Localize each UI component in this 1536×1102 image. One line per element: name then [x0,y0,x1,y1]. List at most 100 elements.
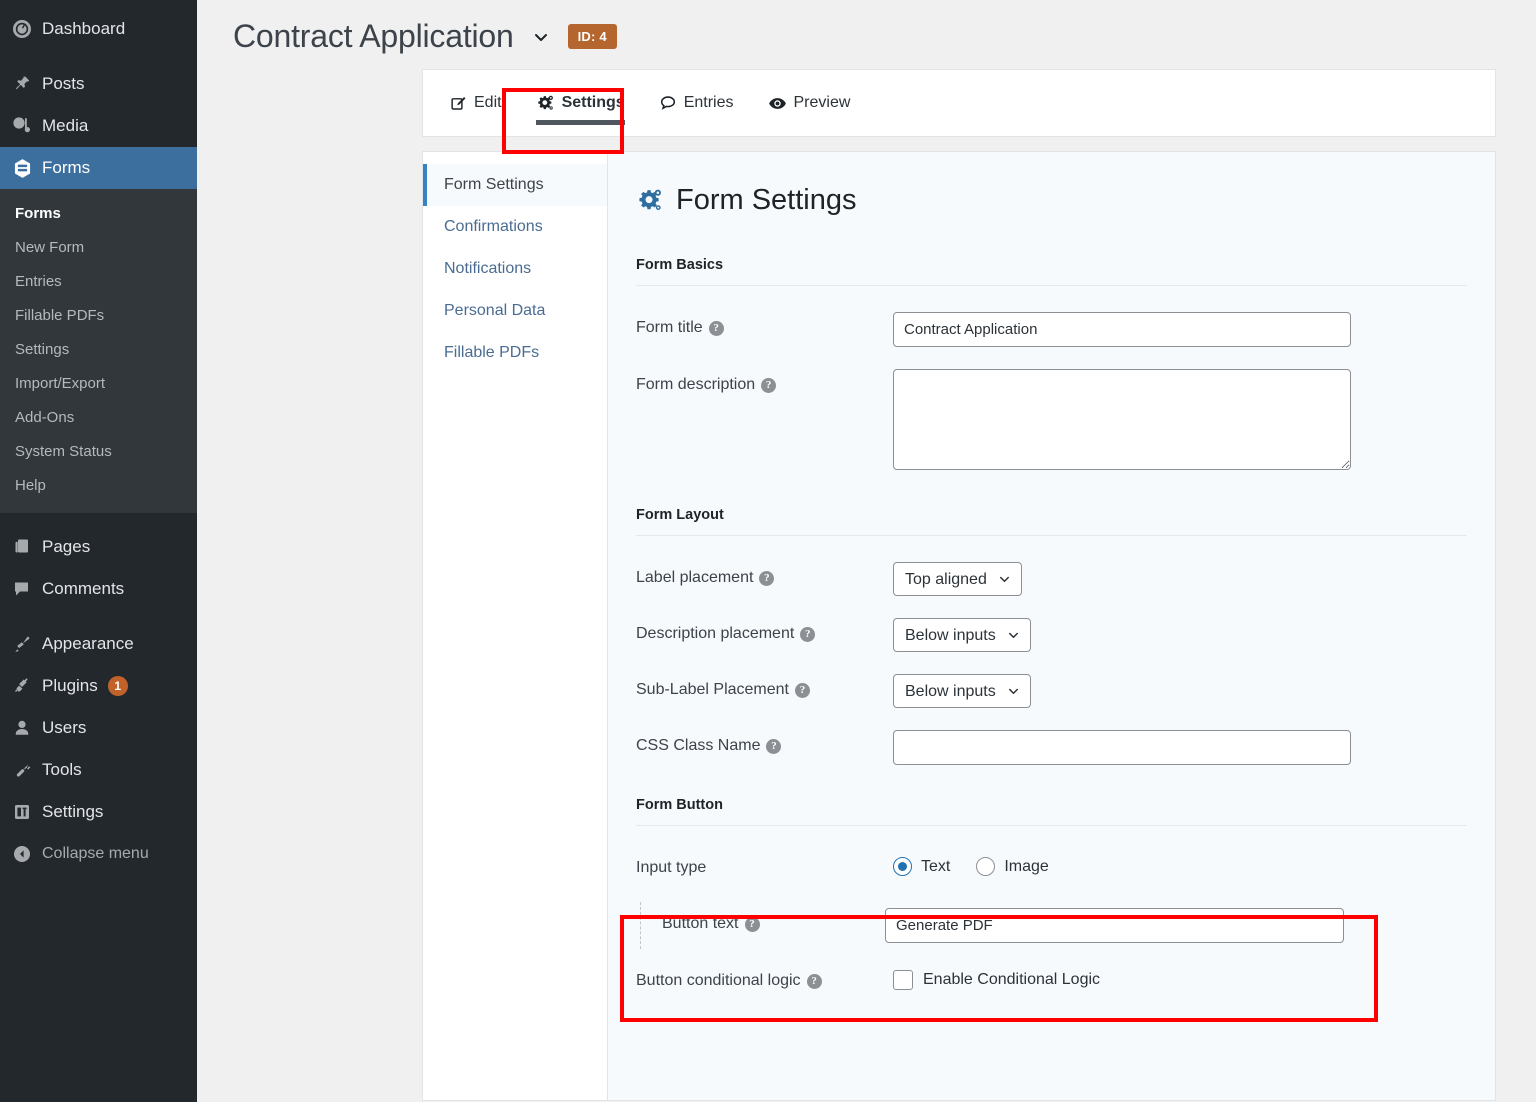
checkbox-box-icon [893,970,913,990]
sidebar-item-users[interactable]: Users [0,707,197,749]
admin-app: Dashboard Posts Media Forms Forms New Fo… [0,0,1536,1102]
submenu-item-settings[interactable]: Settings [0,333,197,367]
submenu-item-entries[interactable]: Entries [0,265,197,299]
label-text: Sub-Label Placement [636,681,789,698]
sidebar-item-comments[interactable]: Comments [0,568,197,610]
page-title: Contract Application [233,18,514,54]
sidebar-label: Appearance [42,634,134,653]
sidebar-item-tools[interactable]: Tools [0,749,197,791]
label-text: Button text [662,915,739,932]
field-control: Enable Conditional Logic [881,965,1467,990]
collapse-icon [12,844,42,864]
help-icon[interactable]: ? [766,738,782,754]
eye-icon [768,94,787,113]
field-sub-label-placement: Sub-Label Placement ? Below inputs [636,674,1467,708]
sidebar-label: Media [42,116,89,135]
sidebar-item-media[interactable]: Media [0,105,197,147]
tab-preview[interactable]: Preview [766,70,853,136]
sidebar-item-settings[interactable]: Settings [0,791,197,833]
subnav-item-fillable-pdfs[interactable]: Fillable PDFs [423,332,607,374]
description-placement-select[interactable]: Below inputs [893,618,1031,652]
sidebar-label: Tools [42,760,82,779]
label-text: CSS Class Name [636,737,761,754]
submenu-item-fillable-pdfs[interactable]: Fillable PDFs [0,299,197,333]
radio-input-type-image[interactable]: Image [976,857,1049,876]
label-text: Input type [636,859,707,876]
help-icon[interactable]: ? [708,320,724,336]
form-id-badge: ID: 4 [567,24,617,49]
help-icon[interactable]: ? [794,682,810,698]
submenu-item-system-status[interactable]: System Status [0,435,197,469]
enable-conditional-logic-checkbox[interactable]: Enable Conditional Logic [893,965,1467,990]
subnav-item-form-settings[interactable]: Form Settings [423,164,607,206]
sidebar-item-posts[interactable]: Posts [0,63,197,105]
radio-dot-icon [893,857,912,876]
sidebar-item-forms[interactable]: Forms [0,147,197,189]
sub-label-placement-select[interactable]: Below inputs [893,674,1031,708]
edit-icon [450,95,467,112]
field-label: CSS Class Name ? [636,730,881,755]
gears-icon [536,94,555,113]
css-class-name-input[interactable] [893,730,1351,765]
form-description-textarea[interactable] [893,369,1351,470]
field-label: Label placement ? [636,562,881,587]
user-icon [12,718,42,738]
submenu-item-new-form[interactable]: New Form [0,231,197,265]
forms-submenu: Forms New Form Entries Fillable PDFs Set… [0,189,197,513]
field-label: Input type [636,852,881,877]
sidebar-label: Posts [42,74,85,93]
form-title-input[interactable] [893,312,1351,347]
subnav-item-confirmations[interactable]: Confirmations [423,206,607,248]
field-label: Description placement ? [636,618,881,643]
select-wrapper: Below inputs [893,674,1031,708]
subnav-item-notifications[interactable]: Notifications [423,248,607,290]
tab-label: Preview [793,94,851,111]
pin-icon [12,74,42,94]
submenu-item-add-ons[interactable]: Add-Ons [0,401,197,435]
field-label: Button conditional logic ? [636,965,881,990]
section-heading: Form Basics [636,257,1467,286]
section-form-button: Form Button Input type Text Image Button… [608,797,1495,999]
submenu-item-forms[interactable]: Forms [0,197,197,231]
radio-input-type-text[interactable]: Text [893,857,950,876]
label-text: Form title [636,319,703,336]
submenu-item-import-export[interactable]: Import/Export [0,367,197,401]
label-placement-select[interactable]: Top aligned [893,562,1022,596]
button-text-input[interactable] [885,908,1344,943]
field-label: Form description ? [636,369,881,394]
main-content: Contract Application ID: 4 Edit Settings [197,0,1536,1102]
comment-bubble-icon [659,94,677,112]
help-icon[interactable]: ? [744,916,760,932]
sidebar-divider [0,50,197,63]
tab-label: Entries [683,94,734,111]
field-input-type: Input type Text Image [636,852,1467,886]
admin-sidebar: Dashboard Posts Media Forms Forms New Fo… [0,0,197,1102]
sidebar-item-dashboard[interactable]: Dashboard [0,8,197,50]
field-control: Below inputs [881,618,1467,652]
help-icon[interactable]: ? [761,377,777,393]
help-icon[interactable]: ? [759,570,775,586]
subnav-item-personal-data[interactable]: Personal Data [423,290,607,332]
tab-edit[interactable]: Edit [448,70,504,136]
label-text: Label placement [636,569,754,586]
sidebar-label: Dashboard [42,19,126,38]
field-control [885,908,1467,943]
dashboard-icon [12,19,42,39]
section-form-layout: Form Layout Label placement ? Top aligne… [608,507,1495,765]
sidebar-item-pages[interactable]: Pages [0,526,197,568]
pages-icon [12,537,42,557]
label-text: Description placement [636,625,795,642]
field-control [881,369,1467,475]
tab-entries[interactable]: Entries [657,70,736,136]
sidebar-label: Plugins [42,676,98,695]
sidebar-item-collapse-menu[interactable]: Collapse menu [0,833,197,875]
submenu-item-help[interactable]: Help [0,469,197,503]
sidebar-item-appearance[interactable]: Appearance [0,623,197,665]
tab-settings[interactable]: Settings [534,70,627,136]
chevron-down-icon[interactable] [528,24,554,50]
help-icon[interactable]: ? [800,626,816,642]
select-wrapper: Top aligned [893,562,1022,596]
help-icon[interactable]: ? [806,973,822,989]
plugins-update-badge: 1 [107,676,128,696]
sidebar-item-plugins[interactable]: Plugins 1 [0,665,197,707]
